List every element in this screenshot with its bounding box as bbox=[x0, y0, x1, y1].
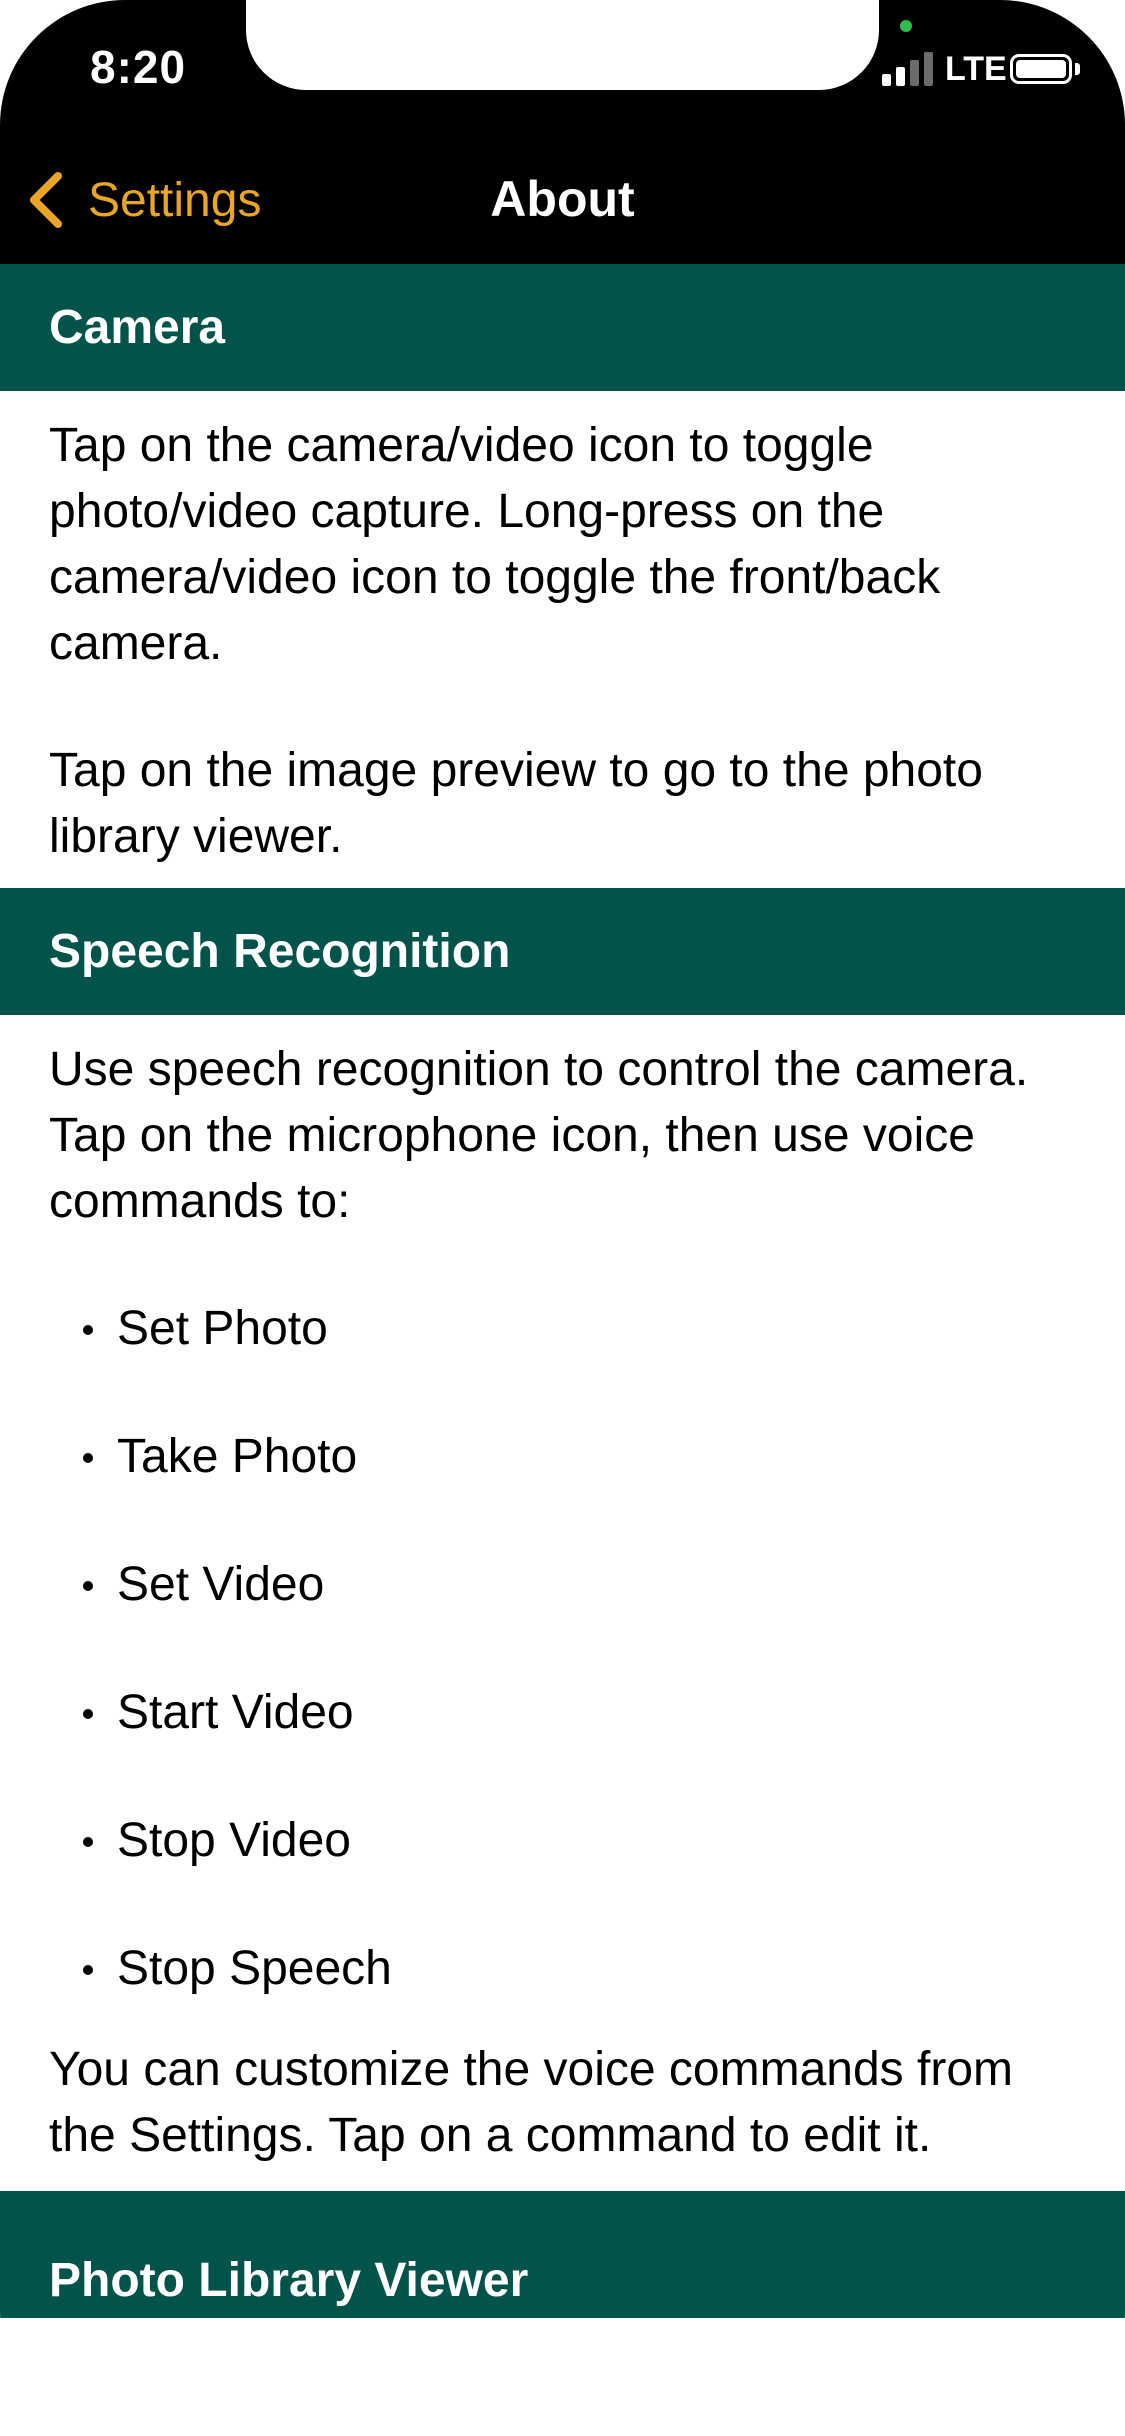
list-item: Take Photo bbox=[49, 1393, 1076, 1521]
command-label: Stop Video bbox=[117, 1814, 351, 1867]
list-item: Set Video bbox=[49, 1521, 1076, 1649]
bullet-icon bbox=[83, 1965, 93, 1975]
bullet-icon bbox=[83, 1453, 93, 1463]
bullet-icon bbox=[83, 1837, 93, 1847]
bullet-icon bbox=[83, 1325, 93, 1335]
command-label: Set Video bbox=[117, 1558, 325, 1611]
section-body-speech-recognition: Use speech recognition to control the ca… bbox=[0, 1015, 1125, 2191]
top-bar: 8:20 LTE Settings About bbox=[0, 0, 1125, 264]
battery-icon bbox=[1010, 54, 1072, 84]
cellular-signal-icon bbox=[882, 52, 936, 86]
command-label: Take Photo bbox=[117, 1430, 358, 1483]
status-time: 8:20 bbox=[90, 41, 187, 93]
list-item: Stop Video bbox=[49, 1777, 1076, 1905]
page-title: About bbox=[490, 171, 635, 227]
camera-paragraph-2: Tap on the image preview to go to the ph… bbox=[49, 744, 983, 863]
list-item: Stop Speech bbox=[49, 1905, 1076, 2033]
section-body-camera: Tap on the camera/video icon to toggle p… bbox=[0, 391, 1125, 888]
list-item: Start Video bbox=[49, 1649, 1076, 1777]
list-item: Set Photo bbox=[49, 1265, 1076, 1393]
section-header-speech-recognition: Speech Recognition bbox=[0, 888, 1125, 1015]
phone-screen: 8:20 LTE Settings About Camera Tap on th… bbox=[0, 0, 1125, 2436]
section-header-photo-library-viewer: Photo Library Viewer bbox=[0, 2191, 1125, 2318]
section-header-camera: Camera bbox=[0, 264, 1125, 391]
network-type: LTE bbox=[945, 50, 1007, 88]
about-content[interactable]: Camera Tap on the camera/video icon to t… bbox=[0, 264, 1125, 2318]
bullet-icon bbox=[83, 1709, 93, 1719]
home-indicator[interactable] bbox=[360, 2396, 765, 2410]
camera-paragraph-1: Tap on the camera/video icon to toggle p… bbox=[49, 419, 941, 670]
command-label: Start Video bbox=[117, 1686, 354, 1739]
speech-outro: You can customize the voice commands fro… bbox=[49, 2043, 1014, 2162]
notch bbox=[246, 0, 879, 90]
speech-intro: Use speech recognition to control the ca… bbox=[49, 1043, 1029, 1228]
bullet-icon bbox=[83, 1581, 93, 1591]
voice-command-list: Set Photo Take Photo Set Video Start Vid… bbox=[49, 1265, 1076, 2033]
camera-in-use-indicator bbox=[900, 20, 912, 32]
battery-cap bbox=[1075, 63, 1080, 75]
command-label: Stop Speech bbox=[117, 1942, 392, 1995]
command-label: Set Photo bbox=[117, 1302, 328, 1355]
